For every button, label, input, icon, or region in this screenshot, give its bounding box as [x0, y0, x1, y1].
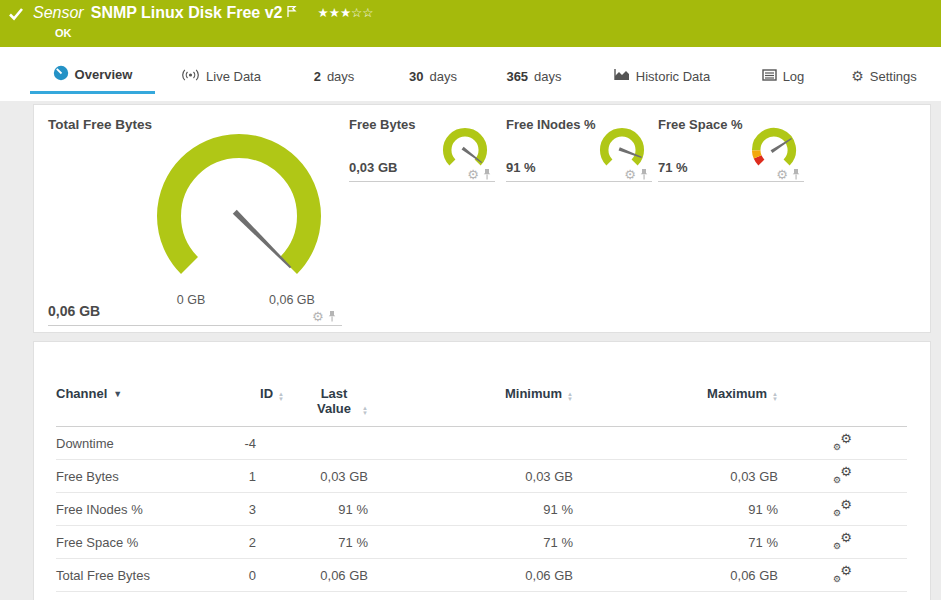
gauge-max-label: 0,06 GB [260, 293, 324, 307]
status-check-icon [8, 7, 24, 25]
col-header-id[interactable]: ID▲▼ [206, 386, 256, 427]
sort-icon: ▲▼ [362, 406, 368, 416]
gear-icon[interactable]: ⚙ [624, 169, 636, 181]
gear-icon[interactable]: ⚙ [312, 311, 324, 323]
pin-icon[interactable] [482, 166, 492, 184]
channel-settings-icon[interactable]: ⚙⚙ [833, 500, 852, 516]
pin-icon[interactable] [639, 166, 649, 184]
object-kind-label: Sensor [33, 4, 84, 22]
sensor-status-badge: OK [55, 27, 72, 39]
primary-gauge-title: Total Free Bytes [48, 117, 152, 132]
priority-stars[interactable]: ★★★☆☆ [317, 5, 373, 20]
gear-icon: ⚙ [851, 69, 864, 83]
gear-icon[interactable]: ⚙ [776, 169, 788, 181]
gauge-value: 91 % [506, 160, 536, 175]
tab-2-days[interactable]: 2 days [303, 58, 365, 94]
tab-live-data[interactable]: Live Data [180, 58, 262, 94]
gauge-value: 71 % [658, 160, 688, 175]
gauge-controls: ⚙ [776, 166, 801, 184]
gauge-needle [233, 210, 293, 270]
tab-settings[interactable]: ⚙ Settings [848, 58, 920, 94]
channel-settings-icon[interactable]: ⚙⚙ [833, 566, 852, 582]
tab-log[interactable]: Log [760, 58, 806, 94]
log-icon [762, 69, 777, 84]
primary-gauge-controls: ⚙ [312, 308, 337, 326]
gauge-block-free-bytes: Free Bytes 0,03 GB ⚙ [349, 117, 495, 183]
area-chart-icon [614, 68, 630, 84]
gauge-controls: ⚙ [624, 166, 649, 184]
channel-settings-icon[interactable]: ⚙⚙ [833, 434, 852, 450]
broadcast-icon [181, 68, 200, 85]
sort-icon: ▲▼ [772, 392, 778, 402]
col-header-minimum[interactable]: Minimum▲▼ [368, 386, 573, 427]
tab-overview[interactable]: Overview [30, 58, 155, 94]
channel-settings-icon[interactable]: ⚙⚙ [833, 467, 852, 483]
gauge-icon [53, 65, 69, 84]
sensor-title: SNMP Linux Disk Free v2 [91, 4, 283, 22]
flag-icon[interactable] [286, 4, 297, 22]
table-row[interactable]: Free INodes %391 %91 %91 % ⚙⚙ [56, 493, 907, 526]
primary-gauge-value: 0,06 GB [48, 303, 100, 319]
sort-icon: ▲▼ [567, 392, 573, 402]
sensor-page: Sensor SNMP Linux Disk Free v2 ★★★☆☆ OK … [0, 0, 941, 600]
gauge-min-label: 0 GB [159, 293, 223, 307]
col-header-channel[interactable]: Channel▼ [56, 386, 206, 427]
tab-historic-data[interactable]: Historic Data [610, 58, 714, 94]
gauges-panel: Total Free Bytes 0 GB 0,06 GB 0,06 GB ⚙ … [33, 104, 931, 333]
gauge-value: 0,03 GB [349, 160, 397, 175]
tab-30-days[interactable]: 30 days [400, 58, 466, 94]
chevron-down-icon: ▼ [113, 389, 122, 399]
gear-icon[interactable]: ⚙ [467, 169, 479, 181]
primary-gauge [154, 131, 324, 281]
table-row[interactable]: Free Bytes10,03 GB0,03 GB0,03 GB ⚙⚙ [56, 460, 907, 493]
tab-bar: Overview Live Data 2 days 30 days 365 da… [0, 47, 941, 101]
sensor-header: Sensor SNMP Linux Disk Free v2 ★★★☆☆ OK [0, 0, 941, 47]
pin-icon[interactable] [327, 308, 337, 326]
pin-icon[interactable] [791, 166, 801, 184]
col-header-maximum[interactable]: Maximum▲▼ [573, 386, 778, 427]
gauge-block-free-inodes: Free INodes % 91 % ⚙ [506, 117, 652, 183]
tab-365-days[interactable]: 365 days [498, 58, 570, 94]
channel-settings-icon[interactable]: ⚙⚙ [833, 533, 852, 549]
table-row[interactable]: Free Space %271 %71 %71 % ⚙⚙ [56, 526, 907, 559]
channels-panel: Channel▼ ID▲▼ Last Value▲▼ Minimum▲▼ Max… [33, 341, 931, 600]
table-row[interactable]: Total Free Bytes00,06 GB0,06 GB0,06 GB ⚙… [56, 559, 907, 592]
gauge-block-free-space: Free Space % 71 % ⚙ [658, 117, 804, 183]
gauge-controls: ⚙ [467, 166, 492, 184]
table-row[interactable]: Downtime-4 ⚙⚙ [56, 427, 907, 460]
sort-icon: ▲▼ [278, 392, 284, 402]
channels-table: Channel▼ ID▲▼ Last Value▲▼ Minimum▲▼ Max… [56, 386, 907, 592]
